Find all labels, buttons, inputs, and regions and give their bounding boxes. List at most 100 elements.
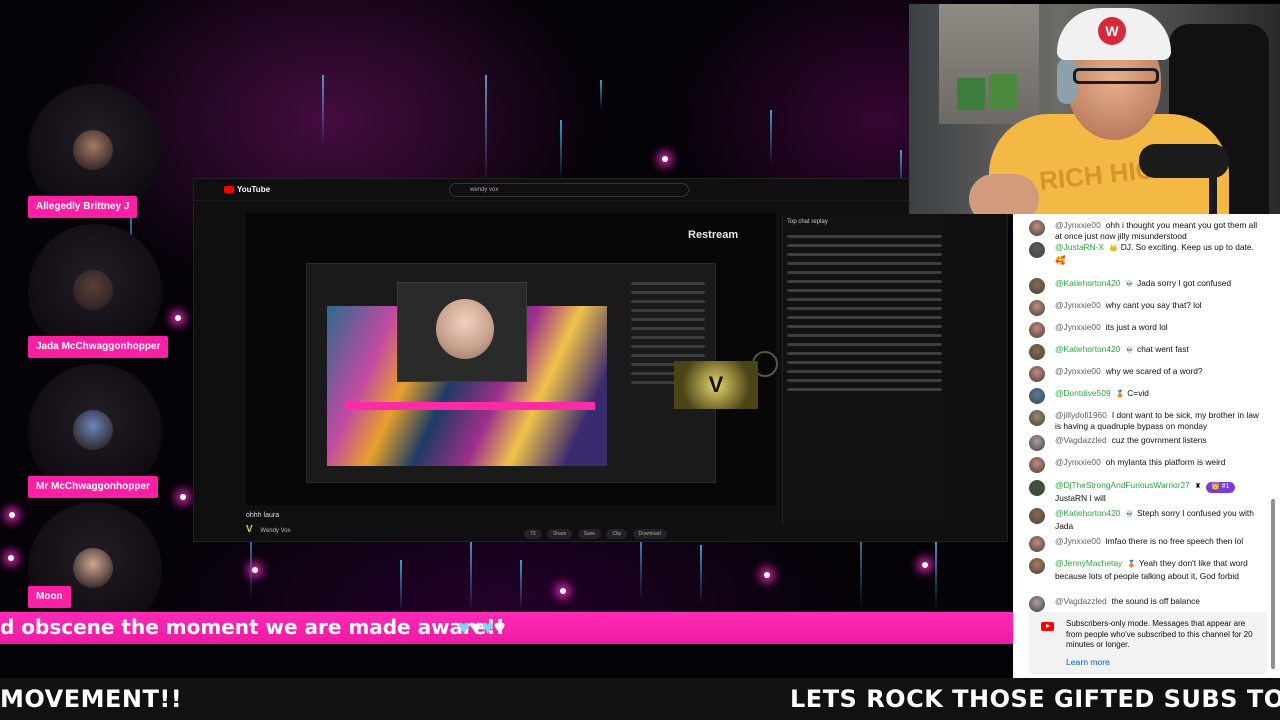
chat-message: @JennyMachetay 🥉 Yeah they don't like that… [1013,556,1271,583]
pink-message-banner: d obscene the moment we are made aware!!… [0,612,1013,644]
clip-action: Clip [606,529,628,539]
sparkle [922,562,928,568]
chat-message: @Vagdazzled the sound is off balance [1013,594,1271,612]
guest-camera-tile [397,282,527,382]
chat-author[interactable]: @Jynxxie00 [1055,300,1101,310]
chat-avatar[interactable] [1029,596,1045,612]
chat-author[interactable]: @Vagdazzled [1055,596,1107,606]
light-streak [520,560,522,610]
guest-name-tag: Jada McChwaggonhopper [28,336,169,358]
chat-avatar[interactable] [1029,278,1045,294]
member-badge-icon: 💀 [1125,511,1135,518]
chat-text: chat went fast [1137,344,1189,354]
light-streak [770,110,772,165]
chat-author[interactable]: @Katiehorton420 [1055,508,1120,518]
chat-avatar[interactable] [1029,344,1045,360]
chat-message: @Jynxxie00 lmfao there is no free speech … [1013,534,1271,552]
chat-avatar[interactable] [1029,322,1045,338]
chat-message-list[interactable]: @Jynxxie00 ohh i thought you meant you go… [1013,214,1271,612]
chat-author[interactable]: @Jynxxie00 [1055,536,1101,546]
channel-row: V Wendy Vox [246,524,291,535]
youtube-search-box: wendy vox [449,183,689,197]
chat-message: @Jynxxie00 why cant you say that? lol [1013,298,1271,316]
youtube-icon [1041,622,1054,631]
chat-replay-header: Top chat replay [787,219,828,225]
chat-text: Jada sorry I got confused [1137,278,1232,288]
chat-message: @Katiehorton420 💀 Steph sorry I confused y… [1013,506,1271,533]
light-streak [560,120,562,180]
chat-avatar[interactable] [1029,435,1045,451]
streamer-webcam: RICH HICK W [909,4,1280,214]
chat-message: @jillydoll1960 I dont want to be sick, my… [1013,408,1271,433]
light-streak [700,545,702,605]
webcam-green-box [957,78,985,110]
chat-author[interactable]: @Jynxxie00 [1055,220,1101,230]
chat-text: JustaRN I will [1055,492,1106,503]
chat-author[interactable]: @DjTheStrongAndFuriousWarrior27 [1055,480,1190,490]
light-streak [470,540,472,612]
chat-author[interactable]: @Vagdazzled [1055,435,1107,445]
guest-face [73,548,113,588]
chat-author[interactable]: @Jynxxie00 [1055,322,1101,332]
like-count: 73 [524,529,542,539]
chat-message: @Katiehorton420 💀 Jada sorry I got confuse… [1013,276,1271,294]
chat-avatar[interactable] [1029,457,1045,473]
chat-avatar[interactable] [1029,480,1045,496]
chat-scrollbar[interactable] [1271,499,1275,669]
chat-avatar[interactable] [1029,220,1045,236]
chat-avatar[interactable] [1029,300,1045,316]
chat-avatar[interactable] [1029,558,1045,574]
chat-author[interactable]: @Jynxxie00 [1055,366,1101,376]
stage-bottom-strip [0,644,1013,678]
youtube-chat-replay: Top chat replay [782,215,946,525]
video-title: ohhh laura [246,512,280,519]
bottom-ticker: MOVEMENT!! LETS ROCK THOSE GIFTED SUBS T… [0,678,1280,720]
guest-face [73,130,113,170]
sparkle [9,512,15,518]
chat-text: C=vid [1127,388,1149,398]
chat-text: why cant you say that? lol [1105,300,1202,310]
streamer-glasses [1073,68,1159,84]
chat-author[interactable]: @Katiehorton420 [1055,278,1120,288]
subscribers-only-text: Subscribers-only mode. Messages that app… [1066,619,1253,649]
chat-text: its just a word lol [1105,322,1168,332]
chat-author[interactable]: @JustaRN-X [1055,242,1104,252]
live-chat-panel: @Jynxxie00 ohh i thought you meant you go… [1013,214,1280,678]
learn-more-link[interactable]: Learn more [1066,657,1110,668]
chat-text: why we scared of a word? [1105,366,1203,376]
stream-stage: Allegedly Brittney J Jada McChwaggonhoppe… [0,0,1013,612]
share-action: Share [546,529,573,539]
chat-text: lmfao there is no free speech then lol [1105,536,1244,546]
light-streak [400,560,402,612]
chat-author[interactable]: @Dontdive509 [1055,388,1111,398]
chat-text: oh mylanta this platform is weird [1105,457,1226,467]
chat-avatar[interactable] [1029,536,1045,552]
chat-author[interactable]: @Jynxxie00 [1055,457,1101,467]
heart-icon: ♥ [481,617,494,639]
subscribers-only-notice: Subscribers-only mode. Messages that app… [1029,612,1267,674]
light-streak [935,540,937,610]
microphone-icon [1139,144,1229,178]
streamer-arm [969,174,1039,214]
youtube-topbar: YouTube wendy vox [194,179,1007,201]
sparkle [560,588,566,594]
channel-name: Wendy Vox [260,528,291,534]
chat-avatar[interactable] [1029,410,1045,426]
chat-author[interactable]: @Katiehorton420 [1055,344,1120,354]
restream-label: Restream [688,229,739,241]
chat-avatar[interactable] [1029,242,1045,258]
guest-face [436,299,494,359]
channel-logo-small: V [246,524,253,535]
chat-avatar[interactable] [1029,508,1045,524]
chat-avatar[interactable] [1029,388,1045,404]
chat-message: @Vagdazzled cuz the govrnment listens [1013,433,1271,451]
nested-stream-window [306,263,716,483]
member-badge-icon: 👑 [1109,245,1118,252]
sparkle [662,156,668,162]
chat-avatar[interactable] [1029,366,1045,382]
member-badge-icon: 🥉 [1127,561,1136,568]
sparkle [180,494,186,500]
chat-author[interactable]: @jillydoll1960 [1055,410,1107,420]
ticker-text-right: LETS ROCK THOSE GIFTED SUBS TONIG [790,685,1280,713]
chat-author[interactable]: @JennyMachetay [1055,558,1122,568]
